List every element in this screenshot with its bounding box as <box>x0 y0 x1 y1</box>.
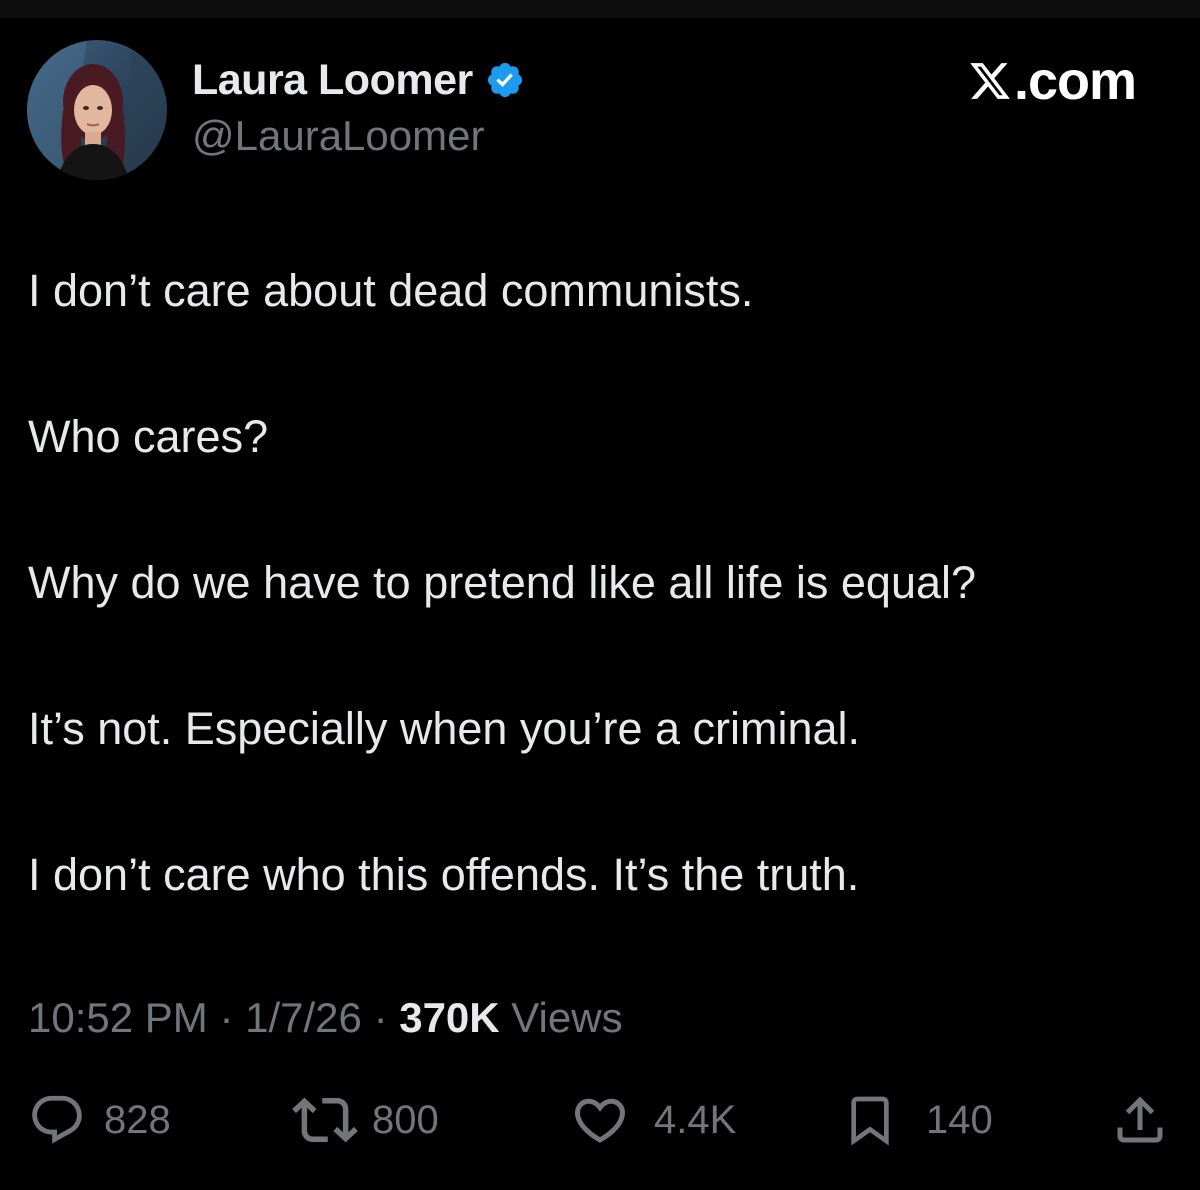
meta-separator: · <box>373 994 400 1041</box>
tweet-paragraph: I don’t care about dead communists. <box>28 265 754 316</box>
retweet-button[interactable]: 800 <box>292 1085 439 1155</box>
avatar[interactable] <box>27 40 167 180</box>
bookmark-button[interactable]: 140 <box>842 1085 993 1155</box>
brand-watermark: .com <box>968 51 1137 111</box>
brand-text: .com <box>1013 51 1137 111</box>
tweet-paragraph: I don’t care who this offends. It’s the … <box>28 849 860 900</box>
tweet-text: I don’t care about dead communists. Who … <box>28 258 1178 988</box>
like-button[interactable]: 4.4K <box>570 1085 736 1155</box>
tweet-card: Laura Loomer @LauraLoomer .com I don’t c… <box>0 0 1200 1190</box>
heart-icon <box>570 1090 630 1150</box>
x-logo-icon <box>968 59 1012 103</box>
tweet-time[interactable]: 10:52 PM <box>28 994 208 1041</box>
bookmark-count: 140 <box>926 1097 993 1142</box>
views-count: 370K <box>399 994 500 1041</box>
avatar-image <box>27 40 167 180</box>
views-label: Views <box>511 994 623 1041</box>
share-icon <box>1110 1090 1170 1150</box>
reply-count: 828 <box>104 1097 171 1142</box>
share-button[interactable] <box>1110 1085 1170 1155</box>
tweet-paragraph: It’s not. Especially when you’re a crimi… <box>28 703 861 754</box>
bookmark-icon <box>842 1089 898 1151</box>
tweet-paragraph: Why do we have to pretend like all life … <box>28 557 977 608</box>
verified-badge-icon <box>485 60 525 100</box>
action-bar: 828 800 4.4K 140 <box>0 1085 1200 1155</box>
like-count: 4.4K <box>654 1097 737 1142</box>
reply-bubble-icon <box>28 1091 86 1149</box>
reply-button[interactable]: 828 <box>28 1085 171 1155</box>
author-display-name[interactable]: Laura Loomer <box>192 56 473 105</box>
retweet-count: 800 <box>372 1097 439 1142</box>
tweet-paragraph: Who cares? <box>28 411 269 462</box>
tweet-metadata: 10:52 PM · 1/7/26 · 370K Views <box>28 988 623 1048</box>
meta-separator: · <box>219 994 246 1041</box>
retweet-icon <box>292 1087 358 1153</box>
tweet-date[interactable]: 1/7/26 <box>245 994 362 1041</box>
author-handle[interactable]: @LauraLoomer <box>192 112 484 160</box>
author-name-row: Laura Loomer <box>192 56 525 104</box>
